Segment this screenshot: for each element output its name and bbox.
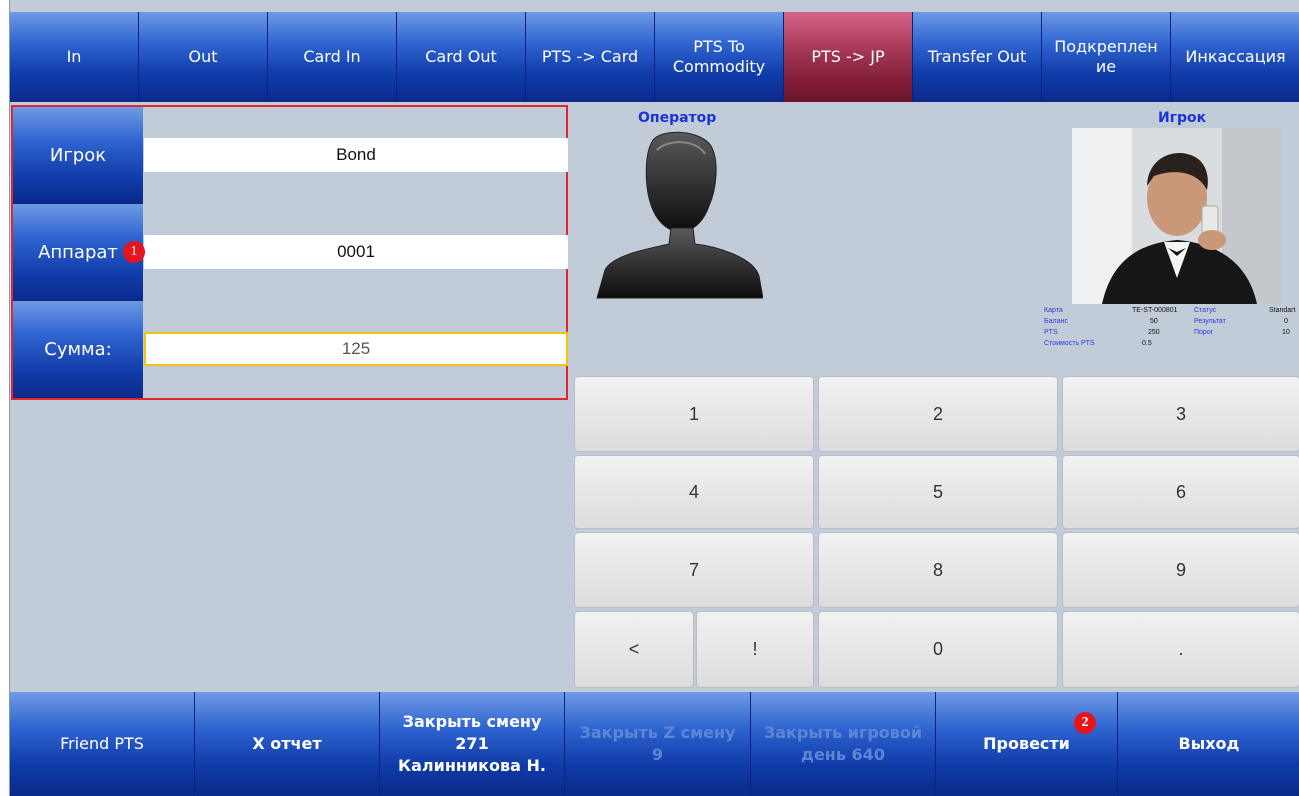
amount-button[interactable]: Сумма: — [13, 301, 143, 398]
close-game-day-line2: день 640 — [801, 745, 885, 764]
amount-row: Сумма: 125 — [13, 301, 568, 398]
top-toolbar: In Out Card In Card Out PTS -> Card PTS … — [10, 12, 1299, 102]
player-field[interactable]: Bond — [144, 138, 568, 172]
pts-cost-value: 0.5 — [1142, 340, 1152, 347]
annotation-badge-2: 2 — [1074, 712, 1096, 734]
player-portrait-image — [1072, 128, 1281, 304]
result-label: Результат — [1194, 318, 1226, 325]
card-label: Карта — [1044, 307, 1063, 314]
status-label: Статус — [1194, 307, 1217, 314]
key-5[interactable]: 5 — [818, 455, 1058, 529]
tab-card-in[interactable]: Card In — [268, 12, 397, 102]
tab-pts-to-commodity[interactable]: PTS To Commodity — [655, 12, 784, 102]
key-3[interactable]: 3 — [1062, 376, 1299, 452]
key-1[interactable]: 1 — [574, 376, 814, 452]
key-8[interactable]: 8 — [818, 532, 1058, 608]
tab-collection[interactable]: Инкассация — [1171, 12, 1299, 102]
annotation-badge-1: 1 — [123, 241, 145, 263]
friend-pts-button[interactable]: Friend PTS — [10, 692, 195, 796]
tab-pts-to-card[interactable]: PTS -> Card — [526, 12, 655, 102]
player-photo — [1072, 128, 1281, 304]
player-title: Игрок — [1158, 110, 1207, 126]
close-game-day-line1: Закрыть игровой — [763, 723, 923, 742]
threshold-value: 10 — [1282, 329, 1290, 336]
close-z-shift-button[interactable]: Закрыть Z смену 9 — [565, 692, 751, 796]
close-game-day-button[interactable]: Закрыть игровой день 640 — [751, 692, 936, 796]
tab-transfer-out[interactable]: Transfer Out — [913, 12, 1042, 102]
bottom-toolbar: Friend PTS X отчет Закрыть смену 271 Кал… — [10, 692, 1299, 796]
key-dot[interactable]: . — [1062, 611, 1299, 688]
app-window: In Out Card In Card Out PTS -> Card PTS … — [9, 0, 1299, 796]
x-report-label: X отчет — [252, 734, 322, 753]
pts-cost-label: Стоимость PTS — [1044, 340, 1095, 347]
post-label: Провести — [983, 734, 1070, 753]
key-9[interactable]: 9 — [1062, 532, 1299, 608]
transaction-form: Игрок Bond Аппарат 0001 Сумма: 125 1 — [11, 105, 568, 400]
pts-label: PTS — [1044, 329, 1058, 336]
player-button[interactable]: Игрок — [13, 107, 143, 204]
tab-pts-to-jp[interactable]: PTS -> JP — [784, 12, 913, 102]
machine-row: Аппарат 0001 — [13, 204, 568, 301]
card-value: TE-ST-000801 — [1132, 307, 1178, 314]
close-shift-button[interactable]: Закрыть смену 271 Калинникова Н. — [380, 692, 565, 796]
exit-label: Выход — [1178, 734, 1240, 753]
balance-value: 50 — [1150, 318, 1158, 325]
player-info: Карта TE-ST-000801 Статус Standart Балан… — [1044, 307, 1299, 351]
close-z-shift-line1: Закрыть Z смену — [579, 723, 736, 742]
operator-avatar — [593, 128, 764, 300]
close-shift-line3: Калинникова Н. — [398, 756, 546, 775]
key-2[interactable]: 2 — [818, 376, 1058, 452]
post-button[interactable]: Провести 2 — [936, 692, 1118, 796]
key-exclamation[interactable]: ! — [696, 611, 814, 688]
balance-label: Баланс — [1044, 318, 1068, 325]
operator-title: Оператор — [638, 110, 717, 126]
amount-field[interactable]: 125 — [144, 332, 568, 366]
key-4[interactable]: 4 — [574, 455, 814, 529]
close-z-shift-line2: 9 — [651, 745, 664, 764]
exit-button[interactable]: Выход — [1118, 692, 1299, 796]
player-row: Игрок Bond — [13, 107, 568, 204]
threshold-label: Порог — [1194, 329, 1214, 336]
pts-value: 250 — [1148, 329, 1160, 336]
close-shift-line1: Закрыть смену — [402, 712, 542, 731]
machine-field[interactable]: 0001 — [144, 235, 568, 269]
tab-card-out[interactable]: Card Out — [397, 12, 526, 102]
result-value: 0 — [1284, 318, 1288, 325]
tab-in[interactable]: In — [10, 12, 139, 102]
tab-reinforcement[interactable]: Подкреплен ие — [1042, 12, 1171, 102]
person-silhouette-icon — [596, 131, 764, 299]
x-report-button[interactable]: X отчет — [195, 692, 380, 796]
tab-out[interactable]: Out — [139, 12, 268, 102]
friend-pts-label: Friend PTS — [60, 734, 144, 753]
status-value: Standart — [1269, 307, 1296, 314]
key-0[interactable]: 0 — [818, 611, 1058, 688]
close-shift-line2: 271 — [455, 734, 489, 753]
key-7[interactable]: 7 — [574, 532, 814, 608]
key-backspace[interactable]: < — [574, 611, 694, 688]
key-6[interactable]: 6 — [1062, 455, 1299, 529]
